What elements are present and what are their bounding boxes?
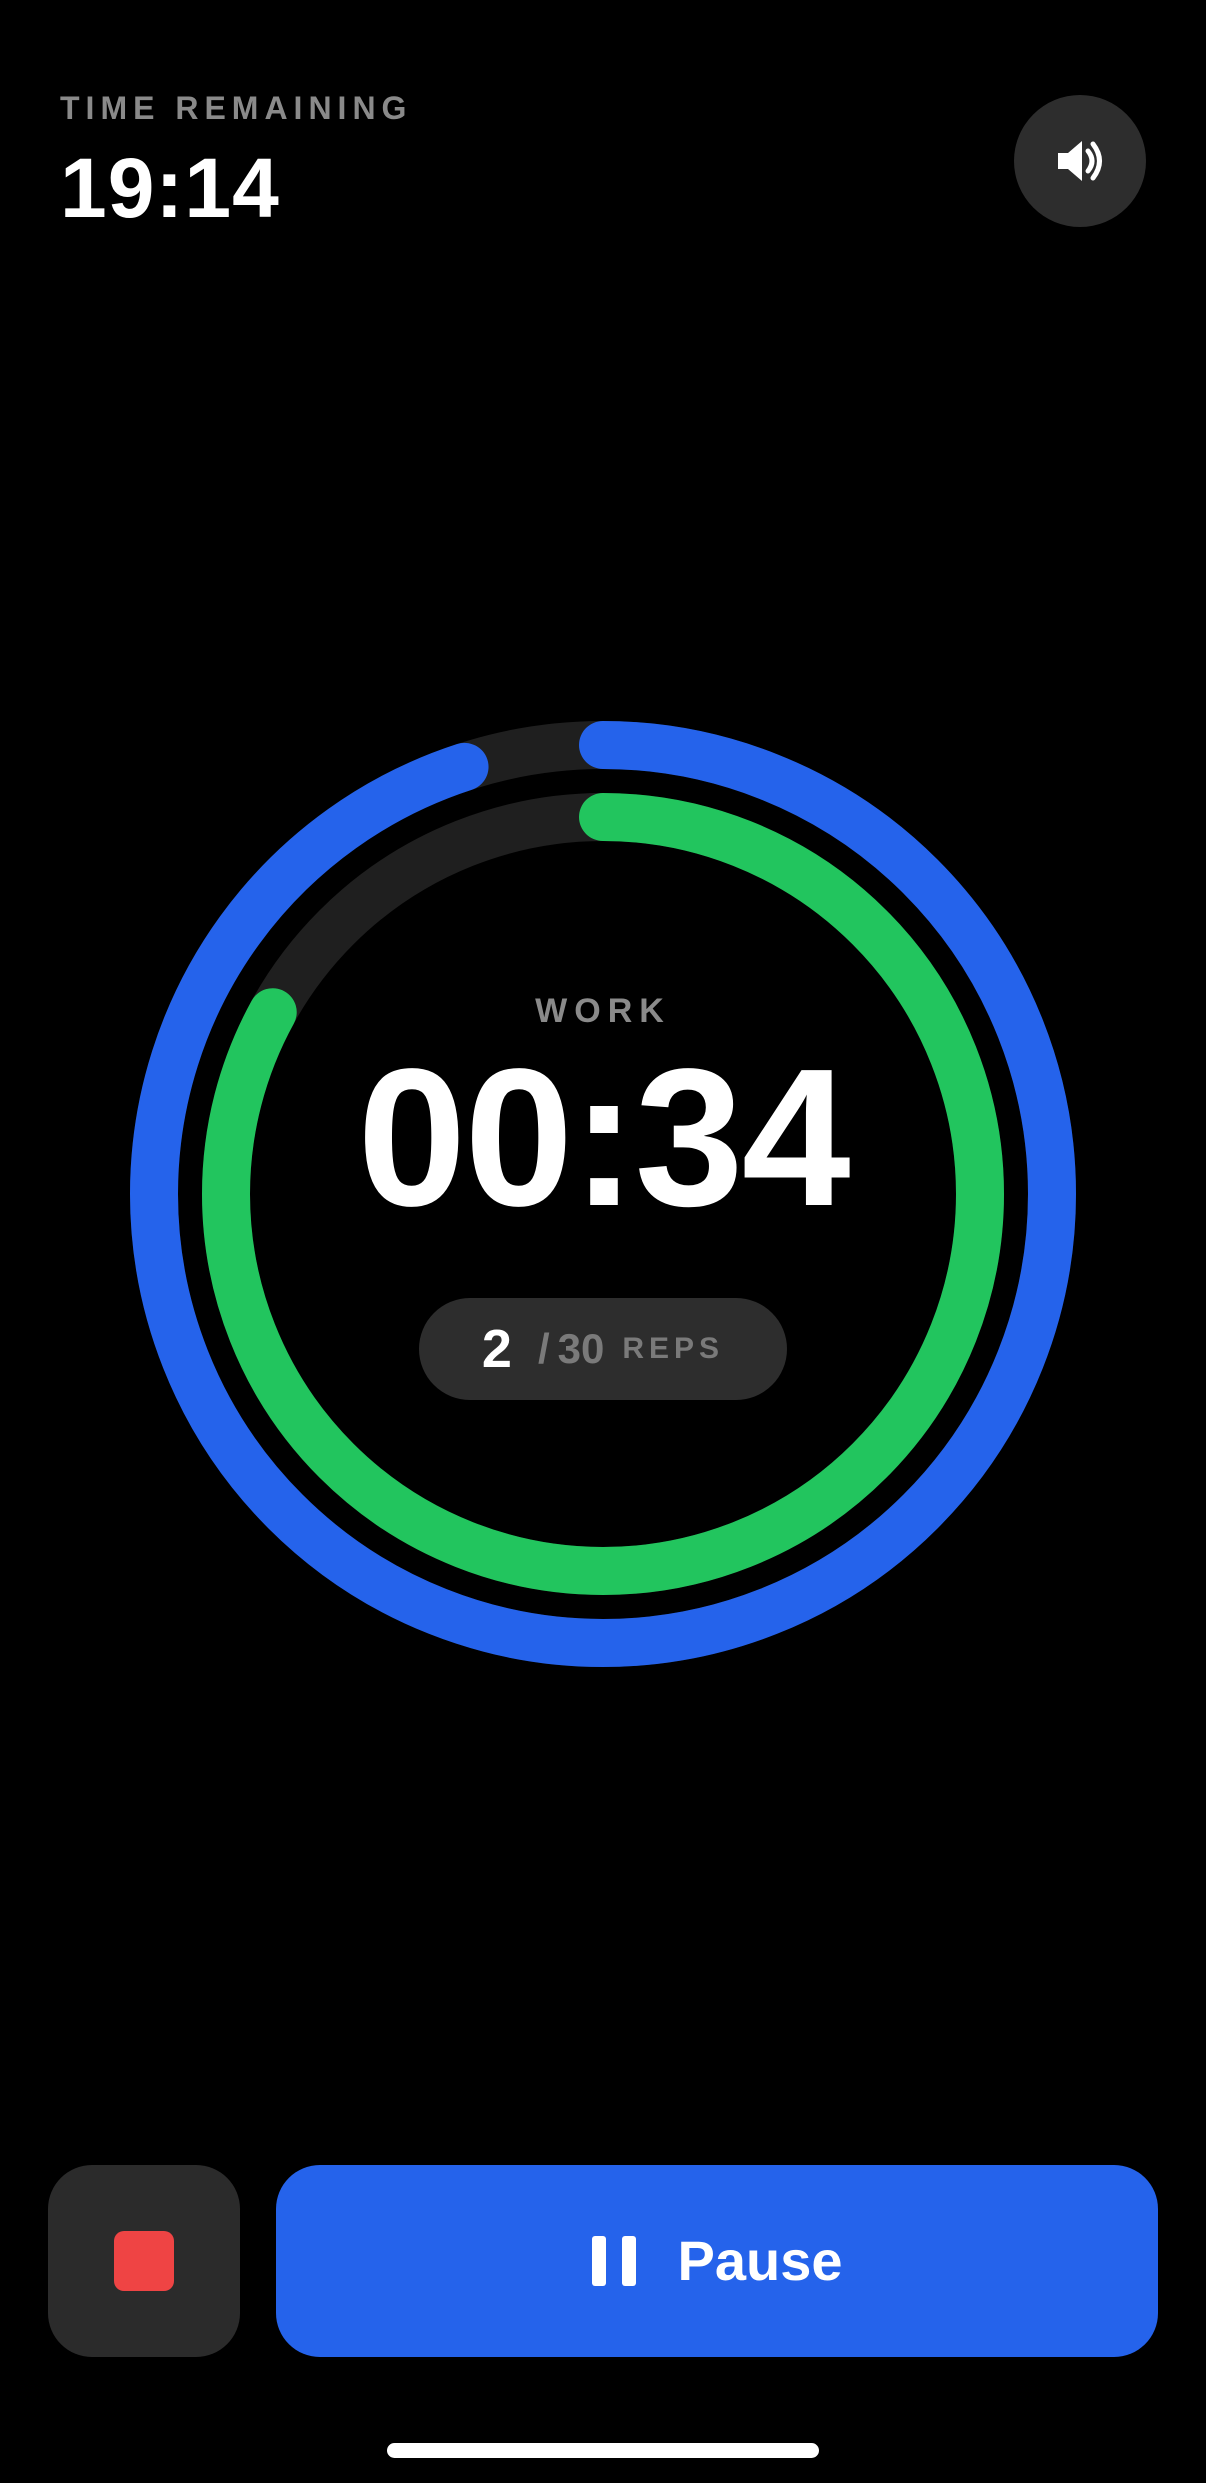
stop-button[interactable] xyxy=(48,2165,240,2357)
pause-bar xyxy=(621,2236,636,2286)
reps-unit: REPS xyxy=(622,1332,725,1365)
reps-total: 30 xyxy=(557,1325,605,1372)
reps-counter: 2 / 30 REPS xyxy=(419,1298,787,1400)
phase-label: WORK xyxy=(535,992,671,1030)
reps-separator: / xyxy=(537,1325,550,1372)
pause-label: Pause xyxy=(677,2229,843,2292)
home-indicator[interactable] xyxy=(387,2443,819,2458)
stop-icon xyxy=(114,2231,174,2291)
pause-bar xyxy=(591,2236,606,2286)
pause-button[interactable]: Pause xyxy=(276,2165,1158,2357)
pause-icon xyxy=(591,2236,636,2286)
interval-countdown: 00:34 xyxy=(357,1028,850,1247)
reps-current: 2 xyxy=(481,1319,512,1379)
